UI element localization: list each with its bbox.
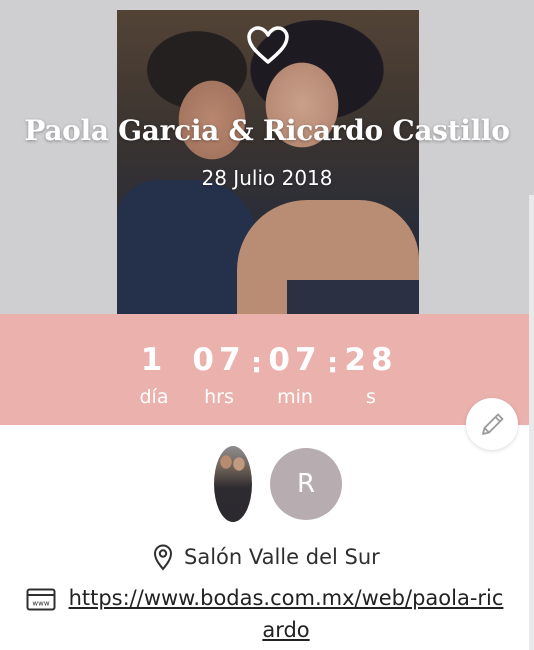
countdown-separator: : [327,346,339,379]
countdown-separator: : [251,346,263,379]
svg-text:www: www [32,600,49,608]
avatar-initial[interactable]: R [270,448,342,520]
countdown-days: 1 día [134,342,174,412]
countdown-hours-value: 07 [192,342,246,378]
countdown-hours-label: hrs [204,386,234,408]
venue-row[interactable]: Salón Valle del Sur [152,540,380,574]
location-pin-icon [153,544,173,571]
countdown-seconds-label: s [366,386,376,408]
countdown-seconds: 28 s [342,342,400,412]
browser-window-icon: www [26,588,56,611]
hero-header: Paola Garcia & Ricardo Castillo 28 Julio… [0,0,534,314]
couple-title: Paola Garcia & Ricardo Castillo [24,114,510,147]
pencil-icon [482,413,504,435]
countdown-minutes: 07 min [266,342,324,412]
countdown-seconds-value: 28 [344,342,398,378]
website-link[interactable]: https://www.bodas.com.mx/web/paola-ricar… [66,582,506,646]
scrollbar[interactable] [529,195,534,650]
countdown-minutes-value: 07 [268,342,322,378]
countdown-days-value: 1 [140,342,168,378]
countdown-band: 1 día 07 hrs : 07 min : 28 s [0,314,534,425]
countdown-hours: 07 hrs [190,342,248,412]
countdown-days-label: día [139,386,169,408]
wedding-date: 28 Julio 2018 [201,166,333,190]
heart-icon [247,26,289,64]
venue-name: Salón Valle del Sur [184,545,380,569]
countdown-minutes-label: min [277,386,313,408]
avatar-couple-photo[interactable] [214,446,252,522]
edit-button[interactable] [466,398,518,450]
